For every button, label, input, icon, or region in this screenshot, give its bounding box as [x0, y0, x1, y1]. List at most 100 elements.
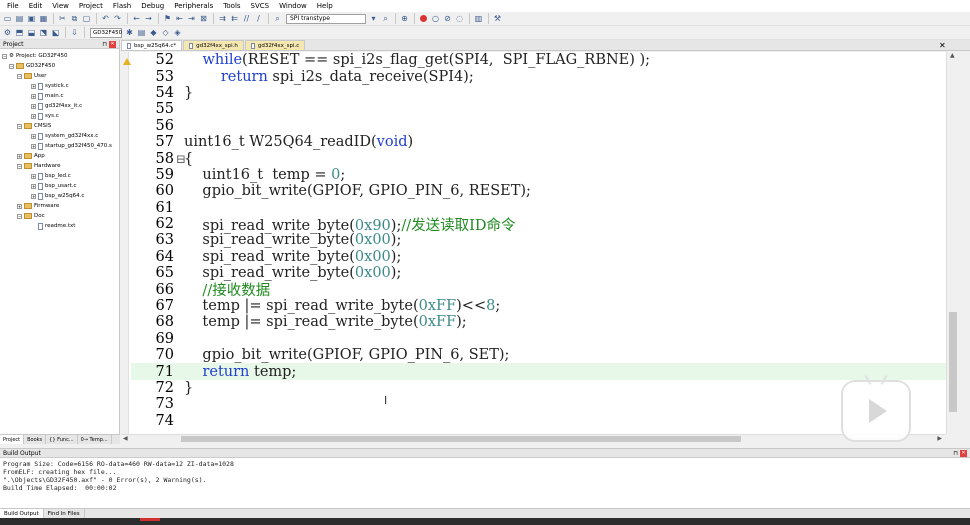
expand-icon[interactable]: + — [31, 113, 36, 119]
new-file-icon[interactable]: ▭ — [2, 13, 13, 24]
uncomment-icon[interactable]: / — [253, 13, 264, 24]
tree-target[interactable]: − GD32F450 — [0, 61, 119, 71]
expand-icon[interactable]: + — [31, 173, 36, 179]
expand-icon[interactable]: + — [31, 143, 36, 149]
expand-icon[interactable]: + — [31, 133, 36, 139]
collapse-icon[interactable]: − — [17, 73, 22, 79]
nav-back-icon[interactable]: ← — [131, 13, 142, 24]
target-select[interactable]: GD32F450 — [90, 27, 122, 38]
tree-file[interactable]: + startup_gd32f450_470.s — [0, 141, 119, 151]
nav-forward-icon[interactable]: → — [143, 13, 154, 24]
comment-icon[interactable]: // — [241, 13, 252, 24]
tree-file[interactable]: readme.txt — [0, 221, 119, 231]
editor-tab[interactable]: bsp_w25q64.c* — [121, 40, 183, 50]
find-in-files-icon[interactable]: ⌕ — [272, 13, 283, 24]
menu-item-peripherals[interactable]: Peripherals — [169, 2, 218, 10]
menu-item-tools[interactable]: Tools — [218, 2, 245, 10]
menu-item-help[interactable]: Help — [312, 2, 338, 10]
tree-file[interactable]: + systick.c — [0, 81, 119, 91]
download-icon[interactable]: ⇩ — [69, 27, 80, 38]
breakpoint-icon[interactable] — [418, 13, 429, 24]
window-layout-icon[interactable]: ▥ — [473, 13, 484, 24]
tab-1[interactable]: Books — [24, 435, 47, 444]
batch-build-icon[interactable]: ⬔ — [38, 27, 49, 38]
bookmark-icon[interactable]: ⚑ — [162, 13, 173, 24]
tree-group-user[interactable]: − User — [0, 71, 119, 81]
unindent-icon[interactable]: ⇇ — [229, 13, 240, 24]
tree-file[interactable]: + bsp_w25q64.c — [0, 191, 119, 201]
scroll-up-icon[interactable]: ▲ — [950, 52, 955, 59]
collapse-icon[interactable]: − — [9, 63, 14, 69]
kill-breakpoints-icon[interactable]: ⊘ — [442, 13, 453, 24]
tree-group-doc[interactable]: − Doc — [0, 211, 119, 221]
tree-file[interactable]: + sys.c — [0, 111, 119, 121]
indent-icon[interactable]: ⇉ — [217, 13, 228, 24]
menu-item-file[interactable]: File — [2, 2, 24, 10]
expand-icon[interactable]: + — [17, 203, 22, 209]
editor-horizontal-scrollbar[interactable]: ◀ ▶ — [121, 434, 946, 443]
manage-components-icon[interactable]: ◆ — [148, 27, 159, 38]
close-icon[interactable]: ✕ — [109, 40, 116, 48]
tree-group-firmware[interactable]: + Firmware — [0, 201, 119, 211]
tree-group-cmsis[interactable]: − CMSIS — [0, 121, 119, 131]
menu-item-project[interactable]: Project — [74, 2, 108, 10]
tree-file[interactable]: + main.c — [0, 91, 119, 101]
editor-vertical-scrollbar[interactable]: ▲ — [946, 52, 958, 434]
tree-file[interactable]: + system_gd32f4xx.c — [0, 131, 119, 141]
tab-build-output[interactable]: Build Output — [0, 509, 44, 518]
disable-breakpoint-icon[interactable]: ○ — [430, 13, 441, 24]
scroll-right-icon[interactable]: ▶ — [937, 435, 942, 442]
expand-icon[interactable]: + — [31, 93, 36, 99]
tree-file[interactable]: + bsp_led.c — [0, 171, 119, 181]
tab-3[interactable]: 0→ Temp... — [78, 435, 112, 444]
file-extensions-icon[interactable]: ▤ — [136, 27, 147, 38]
redo-icon[interactable]: ↷ — [112, 13, 123, 24]
tab-0[interactable]: Project — [0, 435, 25, 444]
stop-build-icon[interactable]: ⬕ — [50, 27, 61, 38]
scroll-left-icon[interactable]: ◀ — [123, 435, 128, 442]
fold-icon[interactable]: ⊟ — [176, 152, 186, 166]
scrollbar-thumb[interactable] — [181, 436, 741, 442]
open-file-icon[interactable]: ▤ — [14, 13, 25, 24]
menu-item-flash[interactable]: Flash — [108, 2, 136, 10]
copy-icon[interactable]: ⧉ — [69, 13, 80, 24]
collapse-icon[interactable]: − — [17, 123, 22, 129]
collapse-icon[interactable]: − — [2, 53, 7, 59]
cut-icon[interactable]: ✂ — [57, 13, 68, 24]
pin-icon[interactable]: ⊓ — [102, 41, 107, 48]
undo-icon[interactable]: ↶ — [100, 13, 111, 24]
clear-bookmarks-icon[interactable]: ⊠ — [198, 13, 209, 24]
expand-icon[interactable]: + — [31, 183, 36, 189]
editor-tab[interactable]: gd32f4xx_spi.h — [183, 40, 244, 50]
close-editor-icon[interactable]: ✕ — [939, 41, 946, 50]
save-all-icon[interactable]: ▦ — [38, 13, 49, 24]
configure-icon[interactable]: ⚒ — [492, 13, 503, 24]
tree-project-root[interactable]: − ⚙ Project: GD32F450 — [0, 51, 119, 61]
collapse-icon[interactable]: − — [17, 213, 22, 219]
tab-find-in-files[interactable]: Find In Files — [44, 509, 85, 518]
build-icon[interactable]: ⬒ — [14, 27, 25, 38]
menu-item-svcs[interactable]: SVCS — [246, 2, 275, 10]
prev-bookmark-icon[interactable]: ⇤ — [174, 13, 185, 24]
rebuild-icon[interactable]: ⬓ — [26, 27, 37, 38]
menu-item-window[interactable]: Window — [274, 2, 312, 10]
expand-icon[interactable]: + — [31, 103, 36, 109]
close-icon[interactable]: ✕ — [960, 449, 967, 457]
scrollbar-thumb[interactable] — [949, 312, 957, 412]
menu-item-edit[interactable]: Edit — [24, 2, 48, 10]
expand-icon[interactable]: + — [31, 193, 36, 199]
disable-all-breakpoints-icon[interactable]: ◌ — [454, 13, 465, 24]
find-icon[interactable]: ⌕ — [380, 13, 391, 24]
tab-2[interactable]: {} Func... — [46, 435, 78, 444]
menu-item-debug[interactable]: Debug — [136, 2, 169, 10]
select-packs-icon[interactable]: ◈ — [172, 27, 183, 38]
collapse-icon[interactable]: − — [17, 163, 22, 169]
next-bookmark-icon[interactable]: ⇥ — [186, 13, 197, 24]
editor-tab[interactable]: gd32f4xx_spi.c — [244, 40, 306, 50]
expand-icon[interactable]: + — [17, 153, 22, 159]
find-combo[interactable]: SPI transtype — [286, 13, 366, 24]
tree-file[interactable]: + gd32f4xx_it.c — [0, 101, 119, 111]
target-options-icon[interactable]: ✱ — [124, 27, 135, 38]
tree-file[interactable]: + bsp_usart.c — [0, 181, 119, 191]
save-icon[interactable]: ▣ — [26, 13, 37, 24]
